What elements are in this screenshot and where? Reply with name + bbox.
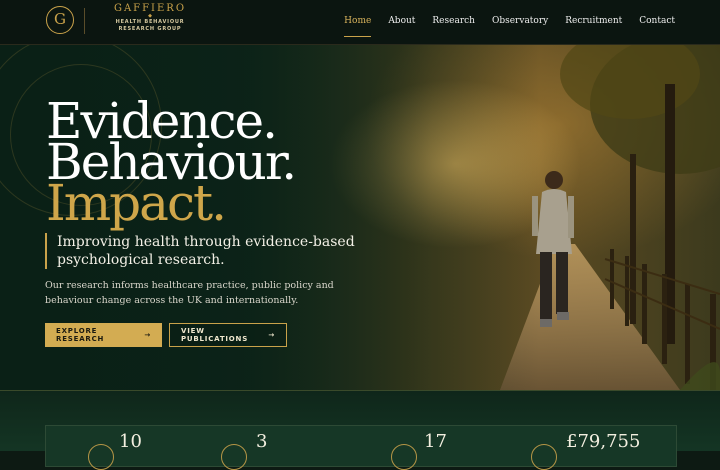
explore-research-button[interactable]: EXPLORE RESEARCH →	[45, 323, 162, 347]
logo-letter: G	[54, 10, 66, 28]
stat-value: £79,755	[566, 431, 641, 452]
stat-icon	[531, 444, 557, 470]
main-menu: Home About Research Observatory Recruitm…	[344, 16, 675, 37]
view-publications-label: VIEW PUBLICATIONS	[181, 327, 249, 343]
nav-item-about[interactable]: About	[388, 16, 415, 26]
stat-value: 17	[424, 431, 447, 452]
nav-item-research[interactable]: Research	[432, 16, 475, 26]
logo-emblem[interactable]: G	[46, 6, 74, 34]
nav-item-recruitment[interactable]: Recruitment	[565, 16, 622, 26]
hero-section: Evidence. Behaviour. Impact. Improving h…	[0, 44, 720, 390]
stat-value: 10	[119, 431, 142, 452]
nav-item-observatory[interactable]: Observatory	[492, 16, 548, 26]
stats-panel: 10 3 17 £79,755	[45, 425, 677, 470]
arrow-right-icon: →	[268, 331, 275, 339]
stats-section: 10 3 17 £79,755	[0, 390, 720, 470]
nav-item-contact[interactable]: Contact	[639, 16, 675, 26]
brand-wordmark[interactable]: GAFFIERO ◆ HEALTH BEHAVIOUR RESEARCH GRO…	[112, 3, 188, 33]
top-navigation-bar: G GAFFIERO ◆ HEALTH BEHAVIOUR RESEARCH G…	[0, 0, 720, 45]
stat-icon	[221, 444, 247, 470]
nav-item-home[interactable]: Home	[344, 16, 372, 37]
hero-description: Our research informs healthcare practice…	[45, 280, 334, 306]
brand-subtitle-line-1: HEALTH BEHAVIOUR	[115, 19, 185, 25]
brand-subtitle-line-2: RESEARCH GROUP	[118, 26, 182, 32]
arrow-right-icon: →	[144, 331, 151, 339]
explore-research-label: EXPLORE RESEARCH	[56, 327, 105, 343]
headline-impact: Impact.	[46, 174, 227, 232]
hero-tagline: Improving health through evidence-based …	[45, 233, 377, 269]
logo-divider	[84, 8, 85, 34]
stat-icon	[391, 444, 417, 470]
view-publications-button[interactable]: VIEW PUBLICATIONS →	[169, 323, 287, 347]
stat-value: 3	[256, 431, 268, 452]
stat-icon	[88, 444, 114, 470]
